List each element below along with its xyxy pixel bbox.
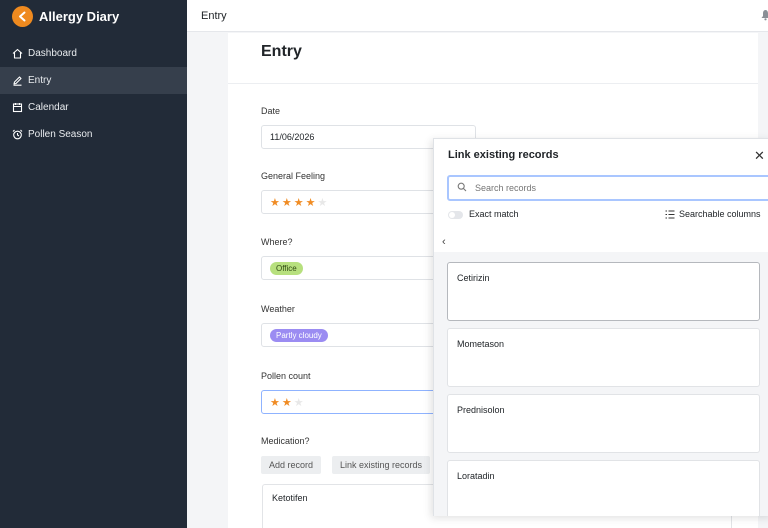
- date-label: Date: [261, 106, 281, 116]
- record-name: Prednisolon: [457, 405, 505, 415]
- alarm-clock-icon: [12, 129, 23, 140]
- sidebar-item-label: Pollen Season: [28, 129, 93, 140]
- close-icon[interactable]: ✕: [754, 148, 765, 164]
- record-card[interactable]: Loratadin: [447, 460, 760, 516]
- add-record-button[interactable]: Add record: [261, 456, 322, 474]
- record-card[interactable]: Prednisolon: [447, 394, 760, 453]
- sidebar-item-calendar[interactable]: Calendar: [0, 94, 187, 121]
- record-list: Cetirizin Mometason Prednisolon Loratadi…: [434, 252, 768, 516]
- calendar-icon: [12, 102, 23, 113]
- star-icon[interactable]: ★: [270, 196, 280, 209]
- sidebar-item-pollen-season[interactable]: Pollen Season: [0, 121, 187, 148]
- date-value: 11/06/2026: [270, 132, 315, 142]
- exact-match-toggle[interactable]: [448, 211, 463, 219]
- record-name: Loratadin: [457, 471, 495, 481]
- modal-title: Link existing records: [448, 149, 559, 161]
- sidebar-item-label: Calendar: [28, 102, 69, 113]
- page-title: Entry: [261, 43, 302, 60]
- star-icon[interactable]: ★: [318, 196, 328, 209]
- edit-icon: [12, 75, 23, 86]
- divider: [228, 83, 758, 84]
- search-input[interactable]: [475, 183, 735, 193]
- medication-label: Medication?: [261, 436, 310, 446]
- sidebar: Allergy Diary Dashboard Entry Calendar P…: [0, 0, 187, 528]
- sidebar-item-label: Dashboard: [28, 48, 77, 59]
- star-icon[interactable]: ★: [282, 196, 292, 209]
- app-logo-icon: [12, 5, 33, 27]
- search-icon: [457, 182, 467, 195]
- record-name: Cetirizin: [457, 273, 490, 283]
- home-icon: [12, 48, 23, 59]
- sidebar-item-label: Entry: [28, 75, 52, 86]
- where-tag: Office: [270, 261, 303, 275]
- link-records-modal: Link existing records ✕ Exact match Sear…: [433, 138, 768, 516]
- star-icon[interactable]: ★: [282, 396, 292, 409]
- topbar-title: Entry: [201, 9, 227, 22]
- star-icon[interactable]: ★: [294, 396, 304, 409]
- link-existing-records-button[interactable]: Link existing records: [332, 456, 431, 474]
- record-card[interactable]: Mometason: [447, 328, 760, 387]
- star-icon[interactable]: ★: [270, 396, 280, 409]
- sidebar-item-dashboard[interactable]: Dashboard: [0, 40, 187, 67]
- topbar: Entry: [187, 0, 768, 32]
- list-icon: [665, 209, 675, 219]
- searchable-columns-button[interactable]: Searchable columns: [665, 209, 761, 219]
- star-icon[interactable]: ★: [306, 196, 316, 209]
- linked-record-name: Ketotifen: [272, 493, 308, 503]
- bell-icon[interactable]: [761, 9, 768, 24]
- weather-label: Weather: [261, 304, 295, 314]
- feeling-label: General Feeling: [261, 171, 326, 181]
- pollen-label: Pollen count: [261, 371, 311, 381]
- record-card[interactable]: Cetirizin: [447, 262, 760, 321]
- app-title: Allergy Diary: [39, 8, 120, 24]
- brand[interactable]: Allergy Diary: [0, 0, 187, 32]
- sidebar-nav: Dashboard Entry Calendar Pollen Season: [0, 40, 187, 148]
- star-icon[interactable]: ★: [294, 196, 304, 209]
- search-box[interactable]: [447, 175, 768, 201]
- sidebar-item-entry[interactable]: Entry: [0, 67, 187, 94]
- searchable-columns-label: Searchable columns: [679, 209, 761, 219]
- exact-match-label: Exact match: [469, 209, 519, 219]
- weather-tag: Partly cloudy: [270, 328, 328, 342]
- record-name: Mometason: [457, 339, 505, 349]
- where-label: Where?: [261, 237, 293, 247]
- chevron-left-icon[interactable]: ‹: [442, 236, 446, 248]
